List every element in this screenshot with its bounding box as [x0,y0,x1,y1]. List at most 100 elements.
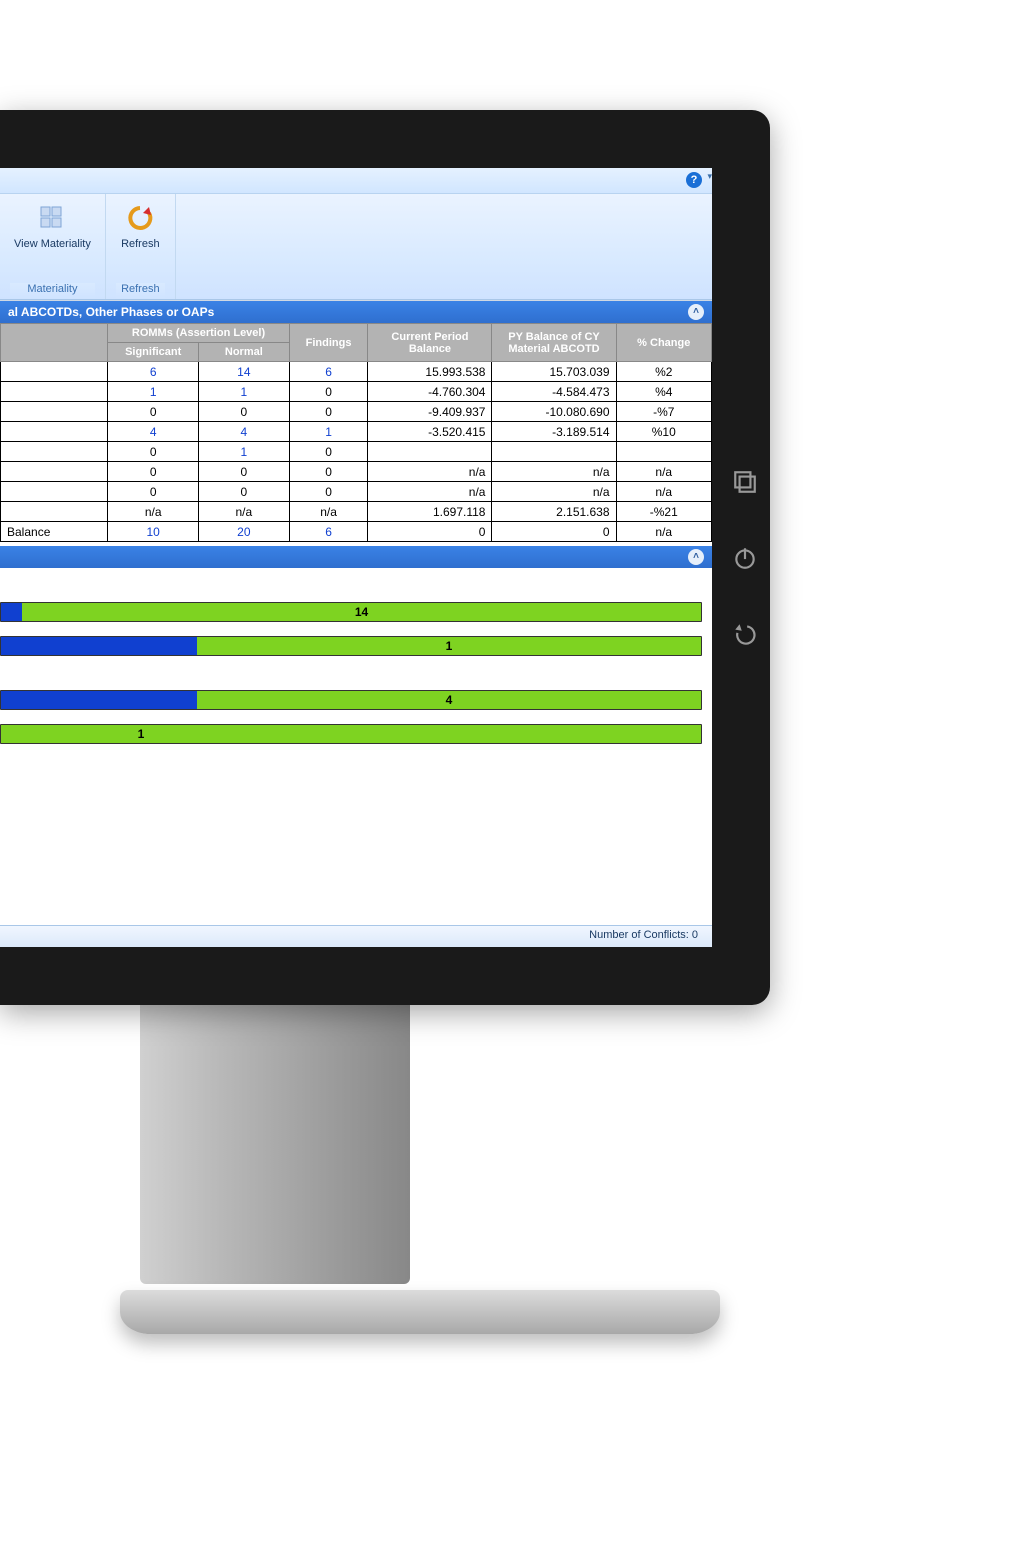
refresh-button[interactable]: Refresh [117,200,164,252]
panel-header-abcotds: al ABCOTDs, Other Phases or OAPs ˄ [0,301,712,323]
table-cell: n/a [289,502,368,522]
table-row: 010 [1,442,712,462]
table-cell [492,442,616,462]
col-current: Current Period Balance [368,324,492,362]
ribbon-group-label-materiality: Materiality [10,283,95,299]
bar-row: 4 [0,690,702,710]
table-row: Balance1020600n/a [1,522,712,542]
romms-bar-chart: 14141 [0,568,712,778]
table-row: 614615.993.53815.703.039%2 [1,362,712,382]
help-dropdown-caret[interactable]: ▾ [707,171,712,182]
table-cell: %10 [616,422,711,442]
bar-segment-significant [1,637,197,655]
bar-row: 1 [0,636,702,656]
table-cell: n/a [616,482,711,502]
table-cell[interactable]: 6 [289,522,368,542]
table-cell [1,482,108,502]
table-cell: -4.584.473 [492,382,616,402]
materiality-grid-icon [36,202,68,234]
table-cell: -9.409.937 [368,402,492,422]
bar-row: 1 [0,724,702,744]
bar-segment-normal: 1 [1,725,701,743]
bar-segment-normal: 1 [197,637,701,655]
collapse-button-chart[interactable]: ˄ [688,549,704,565]
table-row: 000-9.409.937-10.080.690-%7 [1,402,712,422]
table-cell [1,402,108,422]
table-cell: 15.993.538 [368,362,492,382]
table-cell[interactable]: 4 [108,422,199,442]
conflicts-label: Number of Conflicts: [589,929,689,941]
table-cell: n/a [368,482,492,502]
table-cell [1,442,108,462]
table-cell: n/a [616,462,711,482]
ribbon: View Materiality Materiality Refresh Ref… [0,194,712,300]
table-cell: 0 [289,462,368,482]
ribbon-group-materiality: View Materiality Materiality [0,194,106,299]
table-cell: 0 [199,462,290,482]
bar-segment-significant [1,603,22,621]
table-cell: 1.697.118 [368,502,492,522]
ribbon-group-label-refresh: Refresh [116,283,165,299]
table-cell[interactable]: 1 [199,442,290,462]
bar-value-label: 14 [355,605,368,619]
table-cell[interactable]: 10 [108,522,199,542]
window-stack-icon [732,469,758,495]
table-cell: -10.080.690 [492,402,616,422]
title-bar: ? ▾ [0,168,712,194]
col-rowlabel [1,324,108,362]
monitor-hardware-buttons [732,469,758,647]
table-row: 441-3.520.415-3.189.514%10 [1,422,712,442]
table-cell[interactable]: 1 [108,382,199,402]
table-row: n/an/an/a1.697.1182.151.638-%21 [1,502,712,522]
table-cell: %2 [616,362,711,382]
table-cell [1,462,108,482]
content-scroll[interactable]: al ABCOTDs, Other Phases or OAPs ˄ ROMMs… [0,301,712,923]
table-cell [368,442,492,462]
power-icon [732,545,758,571]
view-materiality-label: View Materiality [14,238,91,250]
table-cell [1,362,108,382]
conflicts-value: 0 [692,929,698,941]
table-cell: -%7 [616,402,711,422]
col-py: PY Balance of CY Material ABCOTD [492,324,616,362]
table-cell: -3.189.514 [492,422,616,442]
table-cell: 0 [199,482,290,502]
bar-segment-normal: 4 [197,691,701,709]
table-cell: n/a [492,462,616,482]
table-cell[interactable]: 20 [199,522,290,542]
table-cell: n/a [368,462,492,482]
abcotds-table: ROMMs (Assertion Level) Findings Current… [0,323,712,542]
table-cell[interactable]: 1 [289,422,368,442]
table-cell: %4 [616,382,711,402]
table-cell: n/a [616,522,711,542]
table-cell [1,422,108,442]
table-cell[interactable]: 4 [199,422,290,442]
table-cell[interactable]: 14 [199,362,290,382]
col-significant: Significant [108,343,199,362]
table-cell[interactable]: 6 [289,362,368,382]
bar-value-label: 1 [446,639,453,653]
table-cell: Balance [1,522,108,542]
help-button[interactable]: ? [686,172,702,188]
view-materiality-button[interactable]: View Materiality [10,200,95,252]
table-cell: 0 [199,402,290,422]
table-row: 110-4.760.304-4.584.473%4 [1,382,712,402]
table-cell: 0 [108,402,199,422]
refresh-label: Refresh [121,238,160,250]
monitor-frame: ? ▾ View Materiality Materiality [0,110,770,1005]
refresh-icon [124,202,156,234]
bar-value-label: 1 [138,727,145,741]
bar-segment-significant [1,691,197,709]
bar-segment-normal: 14 [22,603,701,621]
table-cell [1,382,108,402]
collapse-button-abcotds[interactable]: ˄ [688,304,704,320]
table-cell: 15.703.039 [492,362,616,382]
table-cell [616,442,711,462]
table-cell: 0 [289,442,368,462]
table-row: 000n/an/an/a [1,462,712,482]
table-cell: n/a [492,482,616,502]
content-area: al ABCOTDs, Other Phases or OAPs ˄ ROMMs… [0,300,712,923]
table-cell[interactable]: 6 [108,362,199,382]
bar-value-label: 4 [446,693,453,707]
table-cell[interactable]: 1 [199,382,290,402]
